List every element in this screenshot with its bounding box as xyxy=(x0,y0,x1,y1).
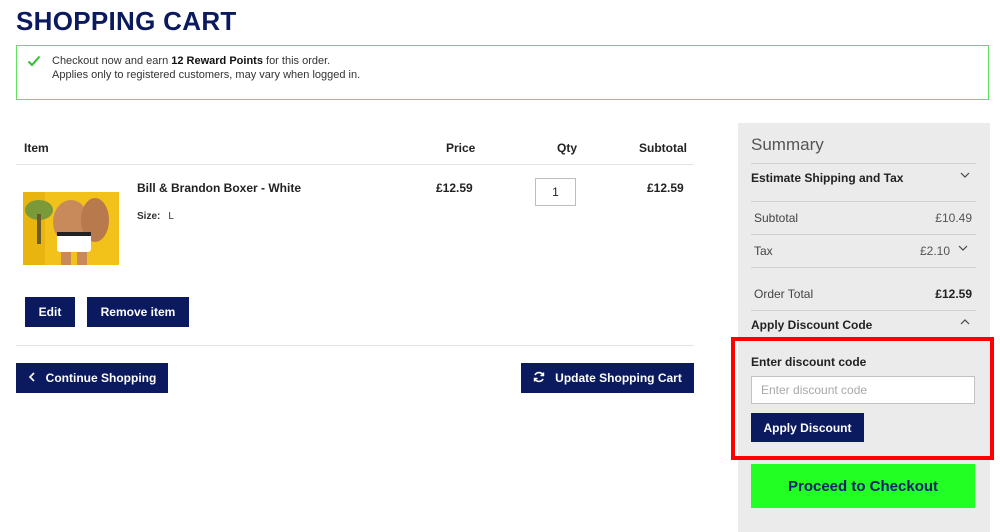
product-name[interactable]: Bill & Brandon Boxer - White xyxy=(137,181,301,195)
product-size: Size: L xyxy=(137,211,174,222)
row-divider xyxy=(16,345,694,346)
summary-divider xyxy=(751,163,976,164)
summary-divider xyxy=(751,234,976,235)
tax-chevron-down-icon[interactable] xyxy=(958,243,968,255)
update-cart-button[interactable]: Update Shopping Cart xyxy=(521,363,694,393)
refresh-icon xyxy=(533,371,545,386)
reward-prefix: Checkout now and earn xyxy=(52,55,172,67)
reward-suffix: for this order. xyxy=(262,55,331,67)
apply-discount-button[interactable]: Apply Discount xyxy=(751,413,864,442)
update-cart-label: Update Shopping Cart xyxy=(555,371,682,385)
product-image[interactable] xyxy=(23,192,119,265)
column-header-price: Price xyxy=(446,141,476,155)
checkmark-icon xyxy=(27,54,41,68)
reward-notice: Checkout now and earn 12 Reward Points f… xyxy=(16,45,989,100)
reward-points: 12 Reward Points xyxy=(171,55,263,67)
summary-divider xyxy=(751,201,976,202)
page-title: SHOPPING CART xyxy=(16,6,237,36)
summary-title: Summary xyxy=(751,135,824,154)
chevron-up-icon[interactable] xyxy=(960,317,970,329)
discount-code-label: Enter discount code xyxy=(751,355,867,369)
quantity-input[interactable] xyxy=(535,178,576,206)
summary-divider xyxy=(751,267,976,268)
reward-disclaimer: Applies only to registered customers, ma… xyxy=(52,69,361,81)
order-total-label: Order Total xyxy=(754,287,814,301)
reward-message: Checkout now and earn 12 Reward Points f… xyxy=(52,55,330,67)
summary-divider xyxy=(751,310,976,311)
discount-code-input[interactable] xyxy=(751,376,975,404)
header-divider xyxy=(16,164,694,165)
continue-shopping-button[interactable]: Continue Shopping xyxy=(16,363,168,393)
chevron-down-icon[interactable] xyxy=(960,170,970,182)
edit-item-button[interactable]: Edit xyxy=(25,297,75,327)
tax-label: Tax xyxy=(754,244,773,258)
size-value: L xyxy=(168,211,174,222)
column-header-qty: Qty xyxy=(557,141,578,155)
size-label: Size: xyxy=(137,211,161,222)
order-total-value: £12.59 xyxy=(935,287,972,301)
column-header-item: Item xyxy=(24,141,49,155)
apply-discount-toggle[interactable]: Apply Discount Code xyxy=(751,318,872,332)
continue-shopping-label: Continue Shopping xyxy=(45,371,157,385)
column-header-subtotal: Subtotal xyxy=(639,141,687,155)
subtotal-label: Subtotal xyxy=(754,211,799,225)
subtotal-value: £10.49 xyxy=(935,211,972,225)
chevron-left-icon xyxy=(28,371,36,385)
product-price: £12.59 xyxy=(436,181,473,195)
estimate-shipping-toggle[interactable]: Estimate Shipping and Tax xyxy=(751,171,903,185)
product-subtotal: £12.59 xyxy=(647,181,684,195)
remove-item-button[interactable]: Remove item xyxy=(87,297,189,327)
tax-value: £2.10 xyxy=(919,244,950,258)
proceed-to-checkout-button[interactable]: Proceed to Checkout xyxy=(751,464,975,508)
